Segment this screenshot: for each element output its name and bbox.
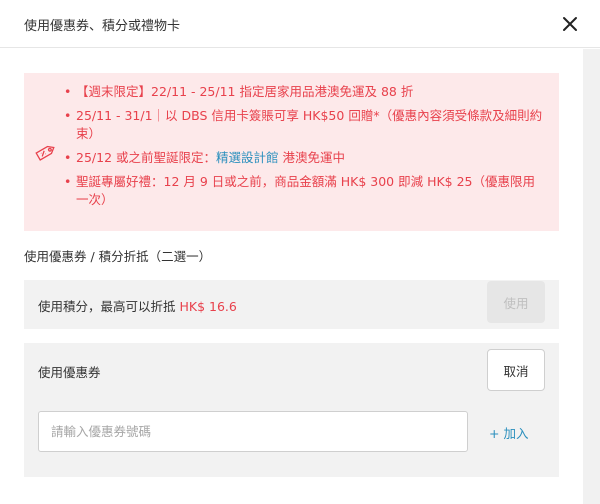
- promo-item: 聖誕專屬好禮：12 月 9 日或之前，商品金額滿 HK$ 300 即減 HK$ …: [64, 173, 546, 209]
- promo-link-design-store[interactable]: 精選設計館: [216, 150, 279, 165]
- promo-item: 25/11 - 31/1｜以 DBS 信用卡簽賬可享 HK$50 回贈*（優惠內…: [64, 107, 546, 143]
- promo-item-suffix: 港澳免運中: [278, 150, 345, 165]
- modal-title: 使用優惠券、積分或禮物卡: [24, 19, 181, 34]
- modal-body: 【週末限定】22/11 - 25/11 指定居家用品港澳免運及 88 折 25/…: [0, 49, 600, 504]
- modal-header: 使用優惠券、積分或禮物卡: [0, 0, 600, 48]
- section-label: 使用優惠券 / 積分折抵（二選一）: [24, 249, 212, 264]
- close-icon: [563, 17, 577, 31]
- points-text: 使用積分，最高可以折抵 HK$ 16.6: [38, 296, 237, 315]
- use-points-button[interactable]: 使用: [487, 281, 545, 323]
- promo-tag-icon: [33, 139, 59, 169]
- add-coupon-button[interactable]: + 加入: [489, 423, 528, 442]
- coupon-card: 使用優惠券 取消 + 加入: [24, 343, 559, 477]
- coupon-code-input[interactable]: [38, 411, 468, 452]
- cancel-button[interactable]: 取消: [487, 349, 545, 391]
- promo-box: 【週末限定】22/11 - 25/11 指定居家用品港澳免運及 88 折 25/…: [24, 73, 559, 231]
- scrollbar[interactable]: [583, 49, 600, 504]
- promo-item: 25/12 或之前聖誕限定：精選設計館 港澳免運中: [64, 149, 546, 167]
- points-label: 使用積分，最高可以折抵: [38, 299, 176, 314]
- coupon-label: 使用優惠券: [38, 365, 101, 380]
- promo-list: 【週末限定】22/11 - 25/11 指定居家用品港澳免運及 88 折 25/…: [64, 83, 546, 215]
- close-button[interactable]: [558, 12, 582, 36]
- promo-item-prefix: 25/12 或之前聖誕限定：: [76, 150, 216, 165]
- promo-item: 【週末限定】22/11 - 25/11 指定居家用品港澳免運及 88 折: [64, 83, 546, 101]
- points-amount: HK$ 16.6: [179, 299, 237, 314]
- points-card: 使用積分，最高可以折抵 HK$ 16.6 使用: [24, 280, 559, 329]
